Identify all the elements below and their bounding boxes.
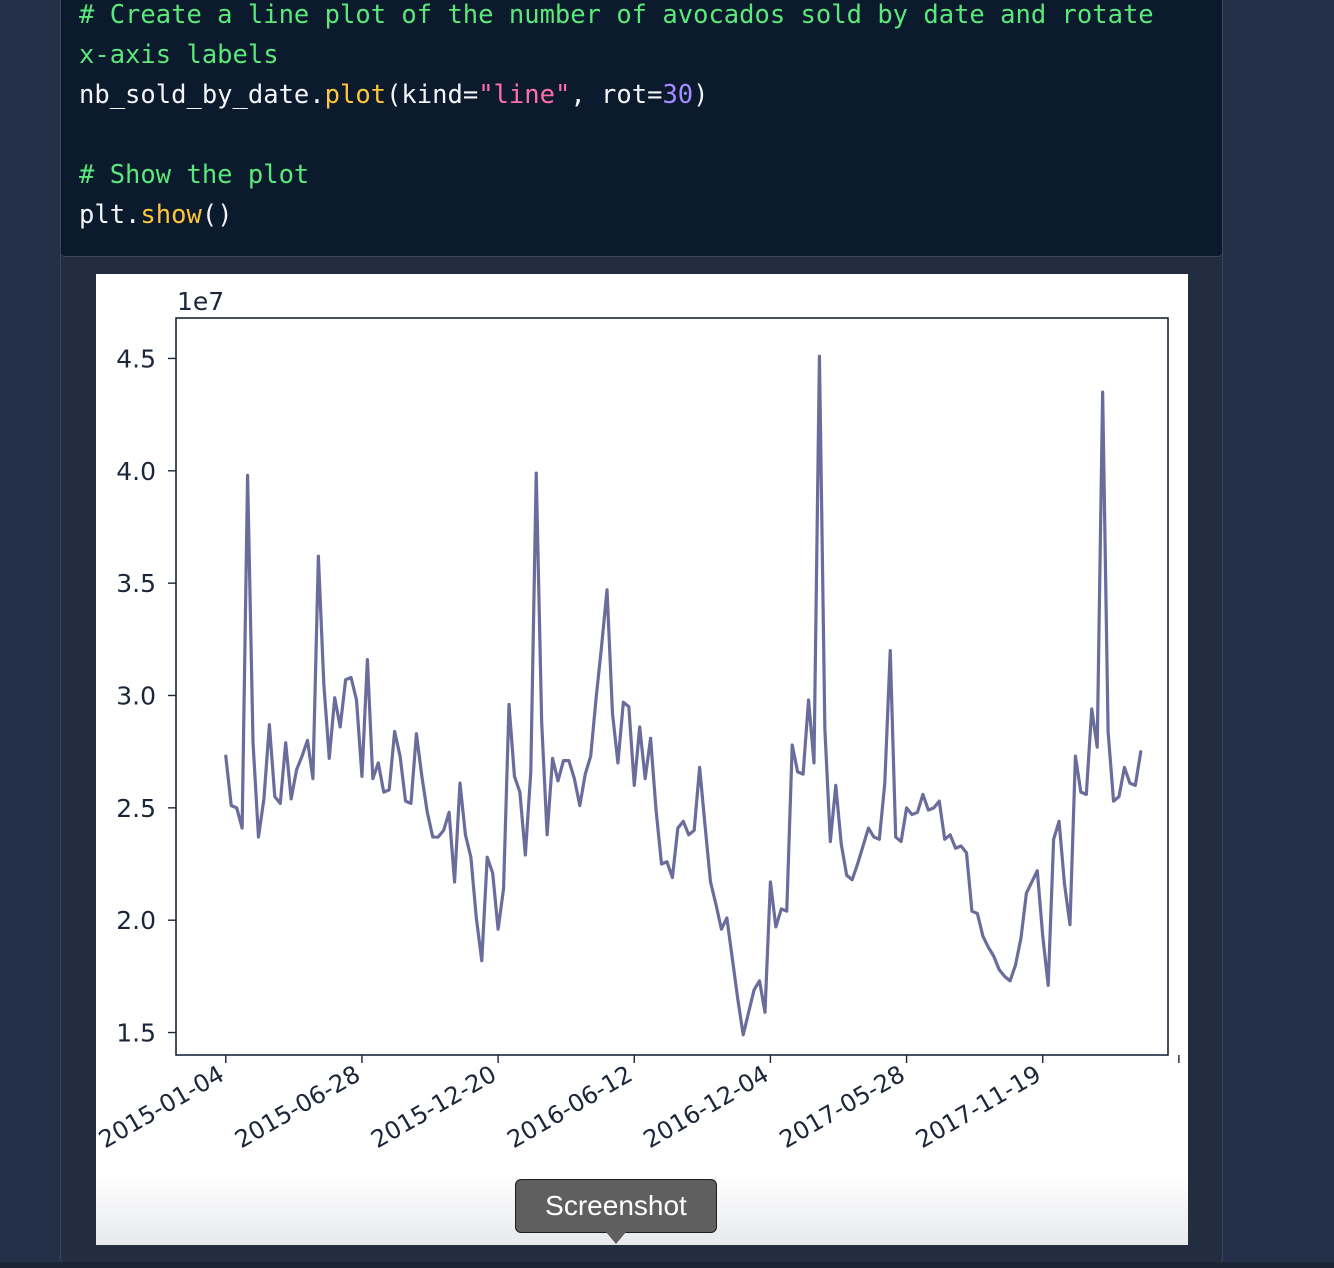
code-comment-line-continued: x-axis labels	[79, 40, 279, 70]
code-comment-line: # Create a line plot of the number of av…	[79, 0, 1154, 30]
y-tick-label: 2.0	[116, 906, 156, 935]
x-tick-label: 2015-06-28	[230, 1060, 365, 1154]
code-number: 30	[662, 80, 694, 110]
code-args-close: )	[693, 80, 709, 110]
code-editor[interactable]: # Create a line plot of the number of av…	[61, 0, 1222, 257]
code-show-line: plt.show()	[79, 195, 233, 235]
x-tick-label: 2015-01-04	[96, 1060, 229, 1154]
line-chart: 1.5 2.0 2.5 3.0 3.5 4.0 4.5 1e7 2015-01-04 2015-0…	[96, 287, 1180, 1154]
y-offset-label: 1e7	[177, 287, 224, 316]
y-tick-label: 1.5	[116, 1019, 156, 1048]
y-tick-label: 2.5	[116, 794, 156, 823]
code-plot-line: nb_sold_by_date.plot(kind="line", rot=30…	[79, 75, 709, 115]
code-string: "line"	[478, 80, 571, 110]
x-tick-label: 2016-06-12	[502, 1060, 637, 1154]
code-show-parens: ()	[201, 200, 233, 230]
notebook-page: # Create a line plot of the number of av…	[0, 0, 1334, 1268]
x-tick-label: 2017-05-28	[775, 1060, 910, 1154]
y-tick-label: 4.0	[116, 457, 156, 486]
series-line	[224, 354, 1143, 1037]
code-comment-show: # Show the plot	[79, 160, 310, 190]
notebook-cell[interactable]: # Create a line plot of the number of av…	[60, 0, 1223, 1264]
code-show-function: show	[140, 200, 202, 230]
code-object: nb_sold_by_date.	[79, 80, 325, 110]
x-tick-label: 2017-11-19	[911, 1060, 1046, 1154]
y-tick-label: 3.0	[116, 681, 156, 710]
x-tick-label: 2016-12-04	[639, 1060, 774, 1154]
code-function: plot	[324, 80, 387, 110]
bottom-strip	[0, 1262, 1334, 1268]
y-tick-label: 4.5	[116, 344, 156, 373]
y-tick-label: 3.5	[116, 569, 156, 598]
code-plt-object: plt.	[79, 200, 141, 230]
x-tick-label: 2015-12-20	[366, 1060, 501, 1154]
tooltip-arrow-icon	[606, 1232, 626, 1244]
code-args-open: (kind=	[386, 80, 479, 110]
screenshot-tooltip: Screenshot	[515, 1179, 717, 1233]
code-args-mid: , rot=	[570, 80, 663, 110]
